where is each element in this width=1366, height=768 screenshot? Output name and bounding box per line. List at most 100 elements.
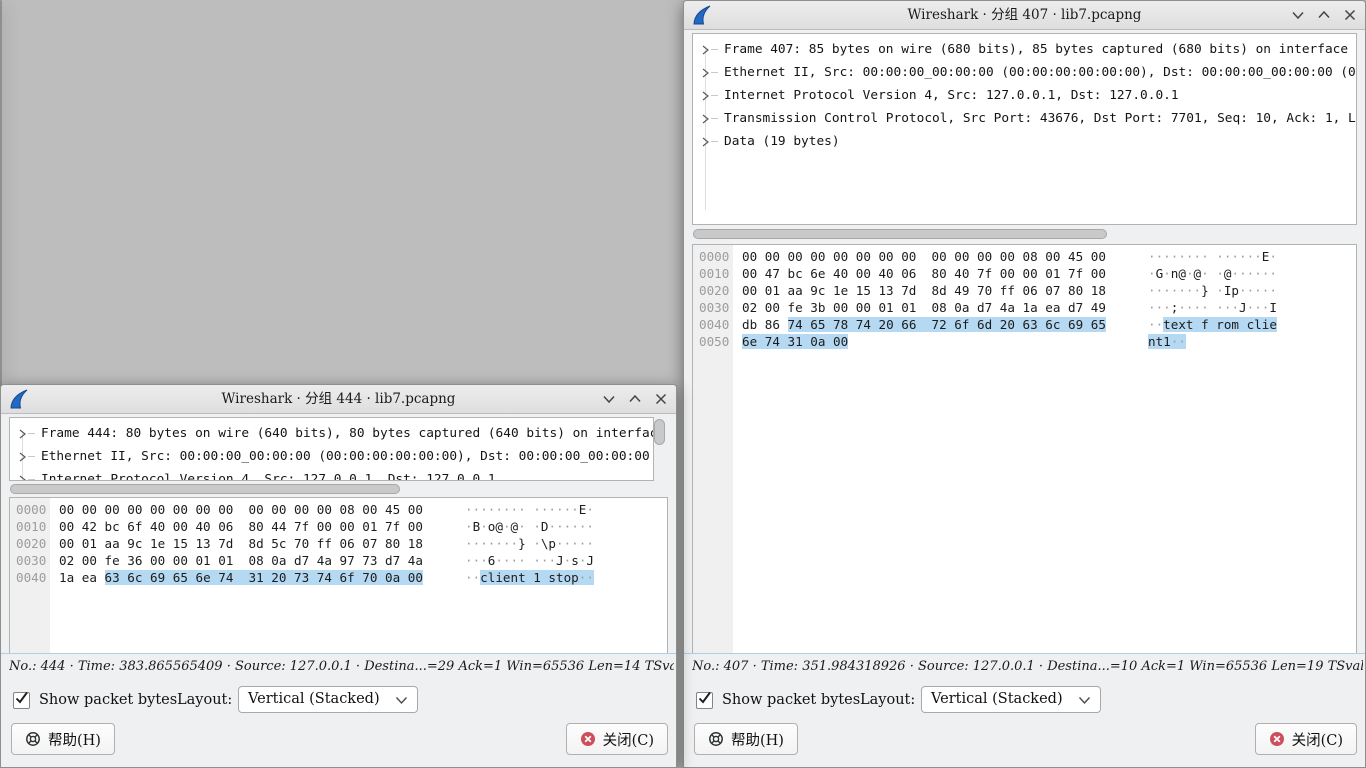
- tree-branch-line: [711, 49, 718, 50]
- help-icon: [25, 731, 41, 747]
- close-window-icon[interactable]: [654, 392, 668, 406]
- packet-tree-row-label: Ethernet II, Src: 00:00:00_00:00:00 (00:…: [724, 65, 1356, 80]
- close-button[interactable]: 关闭(C): [566, 723, 668, 755]
- expander-icon[interactable]: [701, 45, 710, 55]
- close-window-icon[interactable]: [1343, 8, 1357, 22]
- packet-tree-row[interactable]: Transmission Control Protocol, Src Port:…: [693, 107, 1356, 130]
- layout-select[interactable]: Vertical (Stacked): [921, 686, 1101, 713]
- expander-icon[interactable]: [701, 114, 710, 124]
- hex-dump-row[interactable]: 0030 02 00 fe 36 00 00 01 01 08 0a d7 4a …: [10, 553, 667, 570]
- layout-label: Layout:: [860, 685, 915, 715]
- ascii-bytes[interactable]: ········ ······E·: [465, 502, 594, 519]
- hex-bytes[interactable]: 02 00 fe 36 00 00 01 01 08 0a d7 4a 97 7…: [59, 553, 431, 570]
- tree-branch-line: [28, 456, 35, 457]
- close-circle-icon: [580, 731, 596, 747]
- hex-offset: 0020: [693, 283, 733, 300]
- hex-dump-row[interactable]: 00401a ea 63 6c 69 65 6e 74 31 20 73 74 …: [10, 570, 667, 587]
- show-packet-bytes-label: Show packet bytes: [722, 685, 860, 715]
- ascii-bytes[interactable]: ········ ······E·: [1148, 249, 1277, 266]
- packet-tree-row[interactable]: Frame 444: 80 bytes on wire (640 bits), …: [10, 422, 653, 445]
- close-button[interactable]: 关闭(C): [1255, 723, 1357, 755]
- hex-bytes[interactable]: 6e 74 31 0a 00: [742, 334, 1114, 351]
- packet-tree-row[interactable]: Internet Protocol Version 4, Src: 127.0.…: [693, 84, 1356, 107]
- hex-dump-row[interactable]: 0000 00 00 00 00 00 00 00 00 00 00 00 00 …: [10, 502, 667, 519]
- help-button-label: 帮助(H): [731, 729, 784, 750]
- hex-dump-row[interactable]: 000000 00 00 00 00 00 00 00 00 00 00 00 …: [693, 249, 1356, 266]
- title-bar[interactable]: Wireshark · 分组 407 · lib7.pcapng: [684, 1, 1365, 30]
- hex-bytes[interactable]: 02 00 fe 3b 00 00 01 01 08 0a d7 4a 1a e…: [742, 300, 1114, 317]
- ascii-bytes[interactable]: ·B·o@·@· ·D······: [465, 519, 594, 536]
- window-packet-444: Wireshark · 分组 444 · lib7.pcapng Frame 4…: [0, 384, 677, 768]
- help-button[interactable]: 帮助(H): [11, 723, 115, 755]
- ascii-bytes[interactable]: ··text f rom clie: [1148, 317, 1277, 334]
- ascii-bytes[interactable]: nt1··: [1148, 334, 1186, 351]
- show-packet-bytes-label: Show packet bytes: [39, 685, 177, 715]
- show-packet-bytes-checkbox[interactable]: [13, 692, 30, 709]
- hex-dump-row[interactable]: 001000 42 bc 6f 40 00 40 06 80 44 7f 00 …: [10, 519, 667, 536]
- dialog-footer: No.: 407 · Time: 351.984318926 · Source:…: [684, 653, 1365, 767]
- window-title: Wireshark · 分组 407 · lib7.pcapng: [684, 1, 1365, 29]
- hex-offset: 0030: [10, 553, 50, 570]
- hex-offset: 0000: [10, 502, 50, 519]
- expander-icon[interactable]: [18, 429, 27, 439]
- hex-dump-row[interactable]: 0020 00 01 aa 9c 1e 15 13 7d 8d 49 70 ff …: [693, 283, 1356, 300]
- tree-branch-line: [711, 95, 718, 96]
- hex-bytes[interactable]: 00 01 aa 9c 1e 15 13 7d 8d 49 70 ff 06 0…: [742, 283, 1114, 300]
- minimize-icon[interactable]: [1291, 8, 1305, 22]
- layout-select-value: Vertical (Stacked): [248, 687, 380, 712]
- packet-tree-row-label: Data (19 bytes): [724, 134, 840, 149]
- help-button[interactable]: 帮助(H): [694, 723, 798, 755]
- title-bar[interactable]: Wireshark · 分组 444 · lib7.pcapng: [1, 385, 676, 414]
- hex-bytes[interactable]: 00 47 bc 6e 40 00 40 06 80 40 7f 00 00 0…: [742, 266, 1114, 283]
- ascii-bytes[interactable]: ···;···· ···J···I: [1148, 300, 1277, 317]
- hex-dump-row[interactable]: 003002 00 fe 3b 00 00 01 01 08 0a d7 4a …: [693, 300, 1356, 317]
- packet-detail-tree[interactable]: Frame 444: 80 bytes on wire (640 bits), …: [9, 417, 654, 481]
- hex-dump-row[interactable]: 001000 47 bc 6e 40 00 40 06 80 40 7f 00 …: [693, 266, 1356, 283]
- expander-icon[interactable]: [701, 137, 710, 147]
- packet-tree-row[interactable]: Internet Protocol Version 4, Src: 127.0.…: [10, 468, 653, 481]
- packet-tree-row-label: Transmission Control Protocol, Src Port:…: [724, 111, 1356, 126]
- hex-bytes[interactable]: 00 00 00 00 00 00 00 00 00 00 00 00 08 0…: [59, 502, 431, 519]
- ascii-bytes[interactable]: ·······} ·Ip·····: [1148, 283, 1277, 300]
- packet-tree-row[interactable]: Ethernet II, Src: 00:00:00_00:00:00 (00:…: [10, 445, 653, 468]
- hex-bytes[interactable]: 00 01 aa 9c 1e 15 13 7d 8d 5c 70 ff 06 0…: [59, 536, 431, 553]
- ascii-bytes[interactable]: ···6···· ···J·s·J: [465, 553, 594, 570]
- packet-tree-row[interactable]: Ethernet II, Src: 00:00:00_00:00:00 (00:…: [693, 61, 1356, 84]
- show-packet-bytes-checkbox[interactable]: [696, 692, 713, 709]
- packet-status-line: No.: 444 · Time: 383.865565409 · Source:…: [9, 659, 674, 674]
- layout-select-value: Vertical (Stacked): [931, 687, 1063, 712]
- packet-tree-row[interactable]: Data (19 bytes): [693, 130, 1356, 153]
- close-button-label: 关闭(C): [603, 729, 654, 750]
- packet-bytes-pane[interactable]: 000000 00 00 00 00 00 00 00 00 00 00 00 …: [692, 244, 1357, 653]
- packet-tree-row[interactable]: Frame 407: 85 bytes on wire (680 bits), …: [693, 38, 1356, 61]
- hex-bytes[interactable]: 1a ea 63 6c 69 65 6e 74 31 20 73 74 6f 7…: [59, 570, 431, 587]
- hex-dump-row[interactable]: 002000 01 aa 9c 1e 15 13 7d 8d 5c 70 ff …: [10, 536, 667, 553]
- tree-branch-line: [28, 479, 35, 480]
- expander-icon[interactable]: [18, 452, 27, 462]
- horizontal-scrollbar-thumb[interactable]: [693, 229, 1107, 239]
- hex-dump-row[interactable]: 0040db 86 74 65 78 74 20 66 72 6f 6d 20 …: [693, 317, 1356, 334]
- expander-icon[interactable]: [701, 91, 710, 101]
- close-button-label: 关闭(C): [1292, 729, 1343, 750]
- packet-bytes-pane[interactable]: 0000 00 00 00 00 00 00 00 00 00 00 00 00 …: [9, 497, 668, 653]
- minimize-icon[interactable]: [602, 392, 616, 406]
- packet-detail-tree[interactable]: Frame 407: 85 bytes on wire (680 bits), …: [692, 33, 1357, 225]
- vertical-scrollbar-thumb[interactable]: [654, 419, 665, 445]
- maximize-icon[interactable]: [628, 392, 642, 406]
- hex-dump-row[interactable]: 00506e 74 31 0a 00nt1··: [693, 334, 1356, 351]
- hex-bytes[interactable]: db 86 74 65 78 74 20 66 72 6f 6d 20 63 6…: [742, 317, 1114, 334]
- expander-icon[interactable]: [18, 475, 27, 482]
- ascii-bytes[interactable]: ·······} ·\p·····: [465, 536, 594, 553]
- packet-tree-row-label: Internet Protocol Version 4, Src: 127.0.…: [724, 88, 1179, 103]
- ascii-bytes[interactable]: ·G·n@·@· ·@······: [1148, 266, 1277, 283]
- layout-select[interactable]: Vertical (Stacked): [238, 686, 418, 713]
- tree-branch-line: [711, 72, 718, 73]
- ascii-bytes[interactable]: ··client 1 stop··: [465, 570, 594, 587]
- horizontal-scrollbar-thumb[interactable]: [10, 484, 400, 494]
- close-circle-icon: [1269, 731, 1285, 747]
- hex-bytes[interactable]: 00 42 bc 6f 40 00 40 06 80 44 7f 00 00 0…: [59, 519, 431, 536]
- maximize-icon[interactable]: [1317, 8, 1331, 22]
- expander-icon[interactable]: [701, 68, 710, 78]
- hex-bytes[interactable]: 00 00 00 00 00 00 00 00 00 00 00 00 08 0…: [742, 249, 1114, 266]
- packet-tree-row-label: Ethernet II, Src: 00:00:00_00:00:00 (00:…: [41, 449, 653, 464]
